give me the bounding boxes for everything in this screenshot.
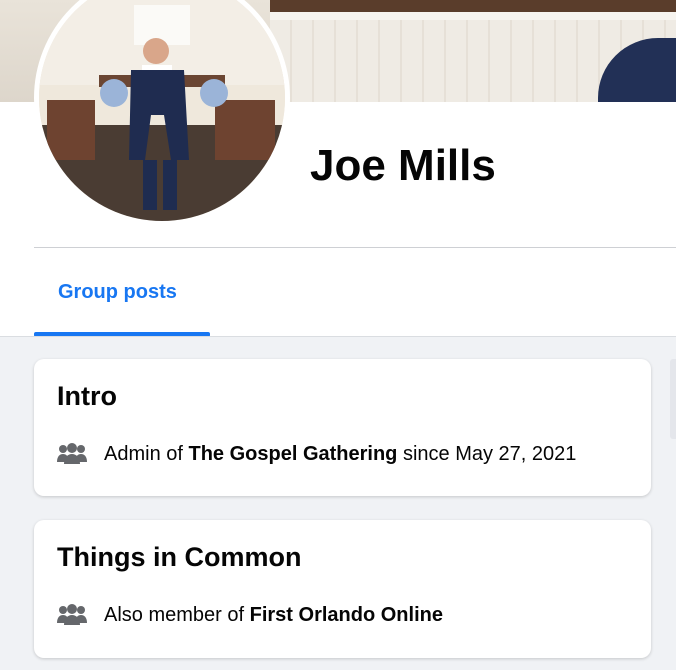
group-icon [57,604,87,625]
right-column-edge [670,359,676,439]
profile-avatar[interactable] [34,0,290,226]
profile-header: Joe Mills Group posts [0,0,676,337]
intro-card: Intro Admin of The Gospel Gathering sinc… [34,359,651,496]
common-title: Things in Common [57,542,302,572]
intro-prefix: Admin of [104,442,189,465]
common-group-link[interactable]: First Orlando Online [250,604,443,626]
group-icon [57,443,87,464]
tab-label: Group posts [58,281,177,303]
header-bottom-border [0,336,676,337]
header-divider [34,247,676,248]
profile-name: Joe Mills [310,141,496,190]
things-in-common-card: Things in Common Also member of First Or… [34,520,651,658]
intro-admin-row: Admin of The Gospel Gathering since May … [56,439,576,469]
common-member-row: Also member of First Orlando Online [56,600,443,630]
tab-group-posts[interactable]: Group posts [34,255,210,337]
intro-suffix: since May 27, 2021 [397,442,577,465]
intro-title: Intro [57,381,117,411]
intro-group-link[interactable]: The Gospel Gathering [188,443,397,465]
common-prefix: Also member of [104,603,250,626]
